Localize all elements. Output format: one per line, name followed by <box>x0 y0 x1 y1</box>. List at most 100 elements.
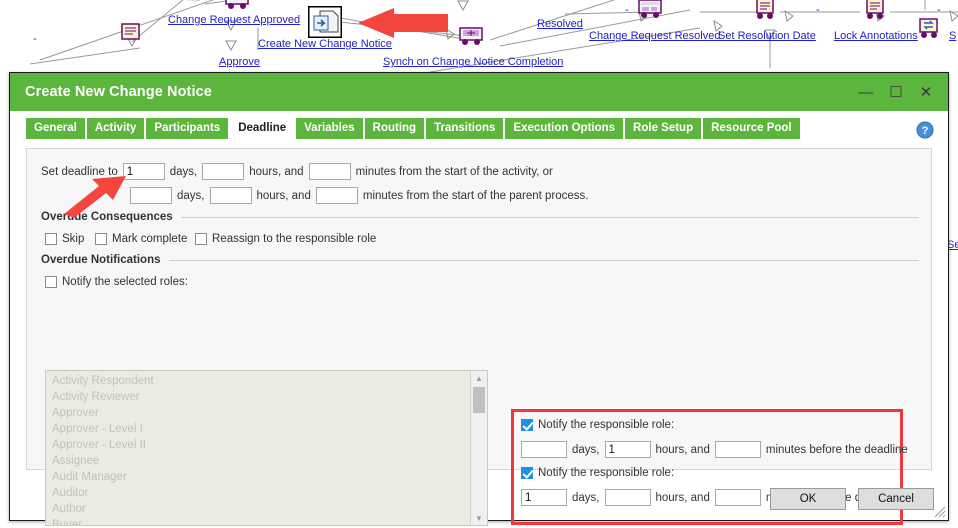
notify-before-deadline-row[interactable]: Notify the responsible role: <box>521 419 674 431</box>
days-label: days, <box>177 189 205 202</box>
diagram-dash: - <box>33 33 37 45</box>
resize-grip[interactable] <box>932 504 946 518</box>
notify-before-hours-input[interactable] <box>604 441 651 458</box>
list-item[interactable]: Approver - Level II <box>52 437 470 453</box>
list-item[interactable]: Auditor <box>52 485 470 501</box>
overdue-consequences-heading-row: Overdue Consequences <box>41 211 919 223</box>
annotation-arrow-upright-icon <box>58 174 132 223</box>
deadline-parent-minutes-input[interactable] <box>315 187 358 204</box>
notify-selected-roles-row[interactable]: Notify the selected roles: <box>45 276 188 288</box>
roles-list-scrollbar[interactable]: ▲ ▼ <box>470 371 487 525</box>
notify-after-checkbox[interactable] <box>521 467 533 479</box>
deadline-activity-minutes-input[interactable] <box>308 163 351 180</box>
notify-after-minutes-input[interactable] <box>714 489 761 506</box>
roles-listbox[interactable]: Activity Respondent Activity Reviewer Ap… <box>45 370 488 526</box>
days-label: days, <box>572 443 600 456</box>
diagram-link[interactable]: Change Request Approved <box>168 14 300 26</box>
days-label: days, <box>572 491 600 504</box>
hours-label: hours, and <box>655 491 710 504</box>
tab-routing[interactable]: Routing <box>364 118 425 139</box>
list-item[interactable]: Author <box>52 501 470 517</box>
diagram-link[interactable]: Lock Annotations <box>834 30 918 42</box>
diagram-link[interactable]: S <box>949 30 956 42</box>
notify-before-checkbox[interactable] <box>521 419 533 431</box>
ok-button[interactable]: OK <box>770 488 846 510</box>
scroll-up-icon[interactable]: ▲ <box>471 371 487 385</box>
notify-before-suffix-label: minutes before the deadline <box>765 443 908 456</box>
diagram-dash: - <box>124 28 128 40</box>
notify-after-deadline-row[interactable]: Notify the responsible role: <box>521 467 674 479</box>
diagram-dash: - <box>937 4 941 16</box>
deadline-row-parent-process: days, hours, and minutes from the start … <box>130 187 594 204</box>
deadline-parent-hours-input[interactable] <box>209 187 252 204</box>
list-item[interactable]: Approver <box>52 405 470 421</box>
notify-selected-roles-checkbox[interactable] <box>45 276 57 288</box>
hours-label: hours, and <box>655 443 710 456</box>
tab-execution-options[interactable]: Execution Options <box>505 118 624 139</box>
section-divider <box>180 216 919 218</box>
deadline-tab-panel: Set deadline to days, hours, and minutes… <box>26 148 932 526</box>
dialog-tabstrip: General Activity Participants Deadline V… <box>26 117 948 139</box>
days-label: days, <box>169 165 198 178</box>
list-item[interactable]: Assignee <box>52 453 470 469</box>
notify-before-days-input[interactable] <box>521 441 567 458</box>
mark-complete-checkbox[interactable] <box>95 233 107 245</box>
tab-general[interactable]: General <box>26 118 85 139</box>
scroll-down-icon[interactable]: ▼ <box>471 511 487 525</box>
list-item[interactable]: Audit Manager <box>52 469 470 485</box>
help-icon[interactable]: ? <box>916 121 934 139</box>
dialog-title: Create New Change Notice <box>25 84 212 100</box>
tab-participants[interactable]: Participants <box>146 118 229 139</box>
consequence-mark-complete[interactable]: Mark complete <box>95 233 187 245</box>
tab-variables[interactable]: Variables <box>296 118 363 139</box>
hours-label: hours, and <box>256 189 311 202</box>
list-item[interactable]: Activity Reviewer <box>52 389 470 405</box>
window-controls: — ☐ ✕ <box>852 73 940 111</box>
cancel-button[interactable]: Cancel <box>858 488 934 510</box>
minimize-icon[interactable]: — <box>852 78 880 106</box>
section-divider <box>168 259 919 261</box>
diagram-link[interactable]: Synch on Change Notice Completion <box>383 56 563 68</box>
deadline-activity-suffix-label: minutes from the start of the activity, … <box>355 165 553 178</box>
list-item[interactable]: Approver - Level I <box>52 421 470 437</box>
tab-role-setup[interactable]: Role Setup <box>625 118 702 139</box>
deadline-parent-suffix-label: minutes from the start of the parent pro… <box>362 189 589 202</box>
close-icon[interactable]: ✕ <box>912 78 940 106</box>
consequence-skip[interactable]: Skip <box>45 233 84 245</box>
notify-before-label: Notify the responsible role: <box>538 419 675 431</box>
svg-text:?: ? <box>922 125 929 137</box>
notify-after-days-input[interactable] <box>521 489 567 506</box>
tab-deadline[interactable]: Deadline <box>230 118 295 139</box>
diagram-dash: - <box>816 4 820 16</box>
list-item[interactable]: Activity Respondent <box>52 373 470 389</box>
scrollbar-thumb[interactable] <box>473 387 485 413</box>
notify-before-fields-row: days, hours, and minutes before the dead… <box>521 441 913 458</box>
roles-list-items[interactable]: Activity Respondent Activity Reviewer Ap… <box>46 371 470 525</box>
tab-resource-pool[interactable]: Resource Pool <box>703 118 800 139</box>
notify-after-label: Notify the responsible role: <box>538 467 675 479</box>
overdue-notifications-heading-row: Overdue Notifications <box>41 254 919 266</box>
diagram-link[interactable]: Change Request Resolved <box>589 30 720 42</box>
deadline-activity-hours-input[interactable] <box>202 163 245 180</box>
maximize-icon[interactable]: ☐ <box>882 78 910 106</box>
notify-before-minutes-input[interactable] <box>714 441 761 458</box>
notify-after-hours-input[interactable] <box>604 489 651 506</box>
tab-activity[interactable]: Activity <box>86 118 145 139</box>
diagram-dash: - <box>625 4 629 16</box>
consequence-reassign[interactable]: Reassign to the responsible role <box>195 233 376 245</box>
diagram-link[interactable]: Approve <box>219 56 260 68</box>
list-item[interactable]: Buyer <box>52 517 470 525</box>
diagram-link[interactable]: Resolved <box>537 18 583 30</box>
dialog-titlebar: Create New Change Notice — ☐ ✕ <box>10 73 948 111</box>
tab-transitions[interactable]: Transitions <box>426 118 504 139</box>
diagram-link[interactable]: Set Resolution Date <box>718 30 816 42</box>
reassign-checkbox[interactable] <box>195 233 207 245</box>
screen: Change Request Approved Create New Chang… <box>0 0 958 528</box>
overdue-notifications-heading: Overdue Notifications <box>41 254 161 266</box>
deadline-parent-days-input[interactable] <box>130 187 172 204</box>
notify-selected-roles-label: Notify the selected roles: <box>62 276 188 288</box>
dialog-footer: OK Cancel <box>770 488 934 510</box>
annotation-arrow-left-icon <box>356 8 450 47</box>
skip-checkbox[interactable] <box>45 233 57 245</box>
process-diagram-background: Change Request Approved Create New Chang… <box>0 0 958 76</box>
